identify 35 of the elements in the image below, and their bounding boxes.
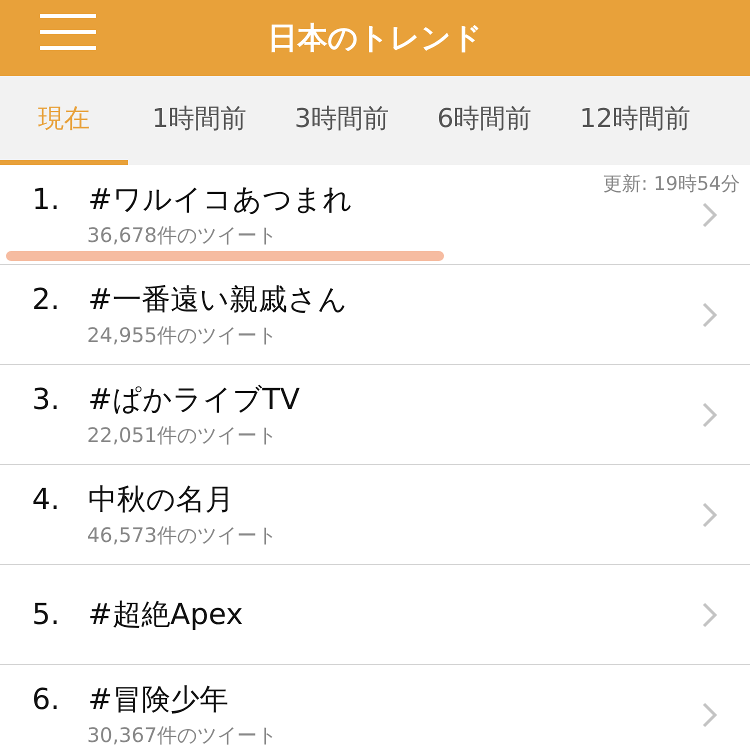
tweet-count: 24,955件のツイート: [86, 322, 278, 349]
trend-rank: 3.: [31, 382, 61, 416]
time-tab[interactable]: 6時間前: [413, 76, 556, 165]
chevron-icon: [702, 602, 718, 628]
trend-rank: 2.: [31, 282, 61, 316]
trend-rank: 1.: [31, 182, 61, 216]
time-tab[interactable]: 3時間前: [270, 76, 414, 165]
tweet-count: 30,367件のツイート: [86, 722, 278, 749]
trend-name: 中秋の名月: [88, 481, 234, 518]
trend-name: #超絶Apex: [88, 596, 244, 632]
trend-name: #一番遠い親戚さん: [88, 281, 348, 318]
trend-name: #冒険少年: [88, 681, 228, 718]
trend-rank: 6.: [31, 682, 61, 716]
trend-rank: 5.: [31, 596, 61, 630]
tweet-count: 46,573件のツイート: [86, 522, 278, 549]
trend-row[interactable]: 6. #冒険少年 30,367件のツイート: [0, 665, 750, 750]
time-tab[interactable]: 1時間前: [128, 76, 271, 165]
time-tab[interactable]: 12時間前: [556, 76, 715, 165]
trend-row[interactable]: 4. 中秋の名月 46,573件のツイート: [0, 465, 750, 565]
update-time: 更新: 19時54分: [603, 172, 740, 197]
chevron-icon: [702, 702, 718, 728]
tweet-count: 36,678件のツイート: [86, 222, 278, 249]
trend-rank: 4.: [31, 482, 61, 516]
trend-row[interactable]: 5. #超絶Apex: [0, 565, 750, 665]
chevron-icon: [702, 402, 718, 428]
header-title: 日本のトレンド: [268, 20, 482, 58]
chevron-icon: [702, 202, 718, 228]
trend-row[interactable]: 3. #ぱかライブTV 22,051件のツイート: [0, 365, 750, 465]
trend-name: #ワルイコあつまれ: [88, 181, 352, 218]
chevron-icon: [702, 302, 718, 328]
menu-icon[interactable]: [40, 14, 96, 50]
trend-row[interactable]: 2. #一番遠い親戚さん 24,955件のツイート: [0, 265, 750, 365]
chevron-icon: [702, 502, 718, 528]
trend-name: #ぱかライブTV: [88, 381, 300, 418]
tweet-count: 22,051件のツイート: [86, 422, 278, 449]
